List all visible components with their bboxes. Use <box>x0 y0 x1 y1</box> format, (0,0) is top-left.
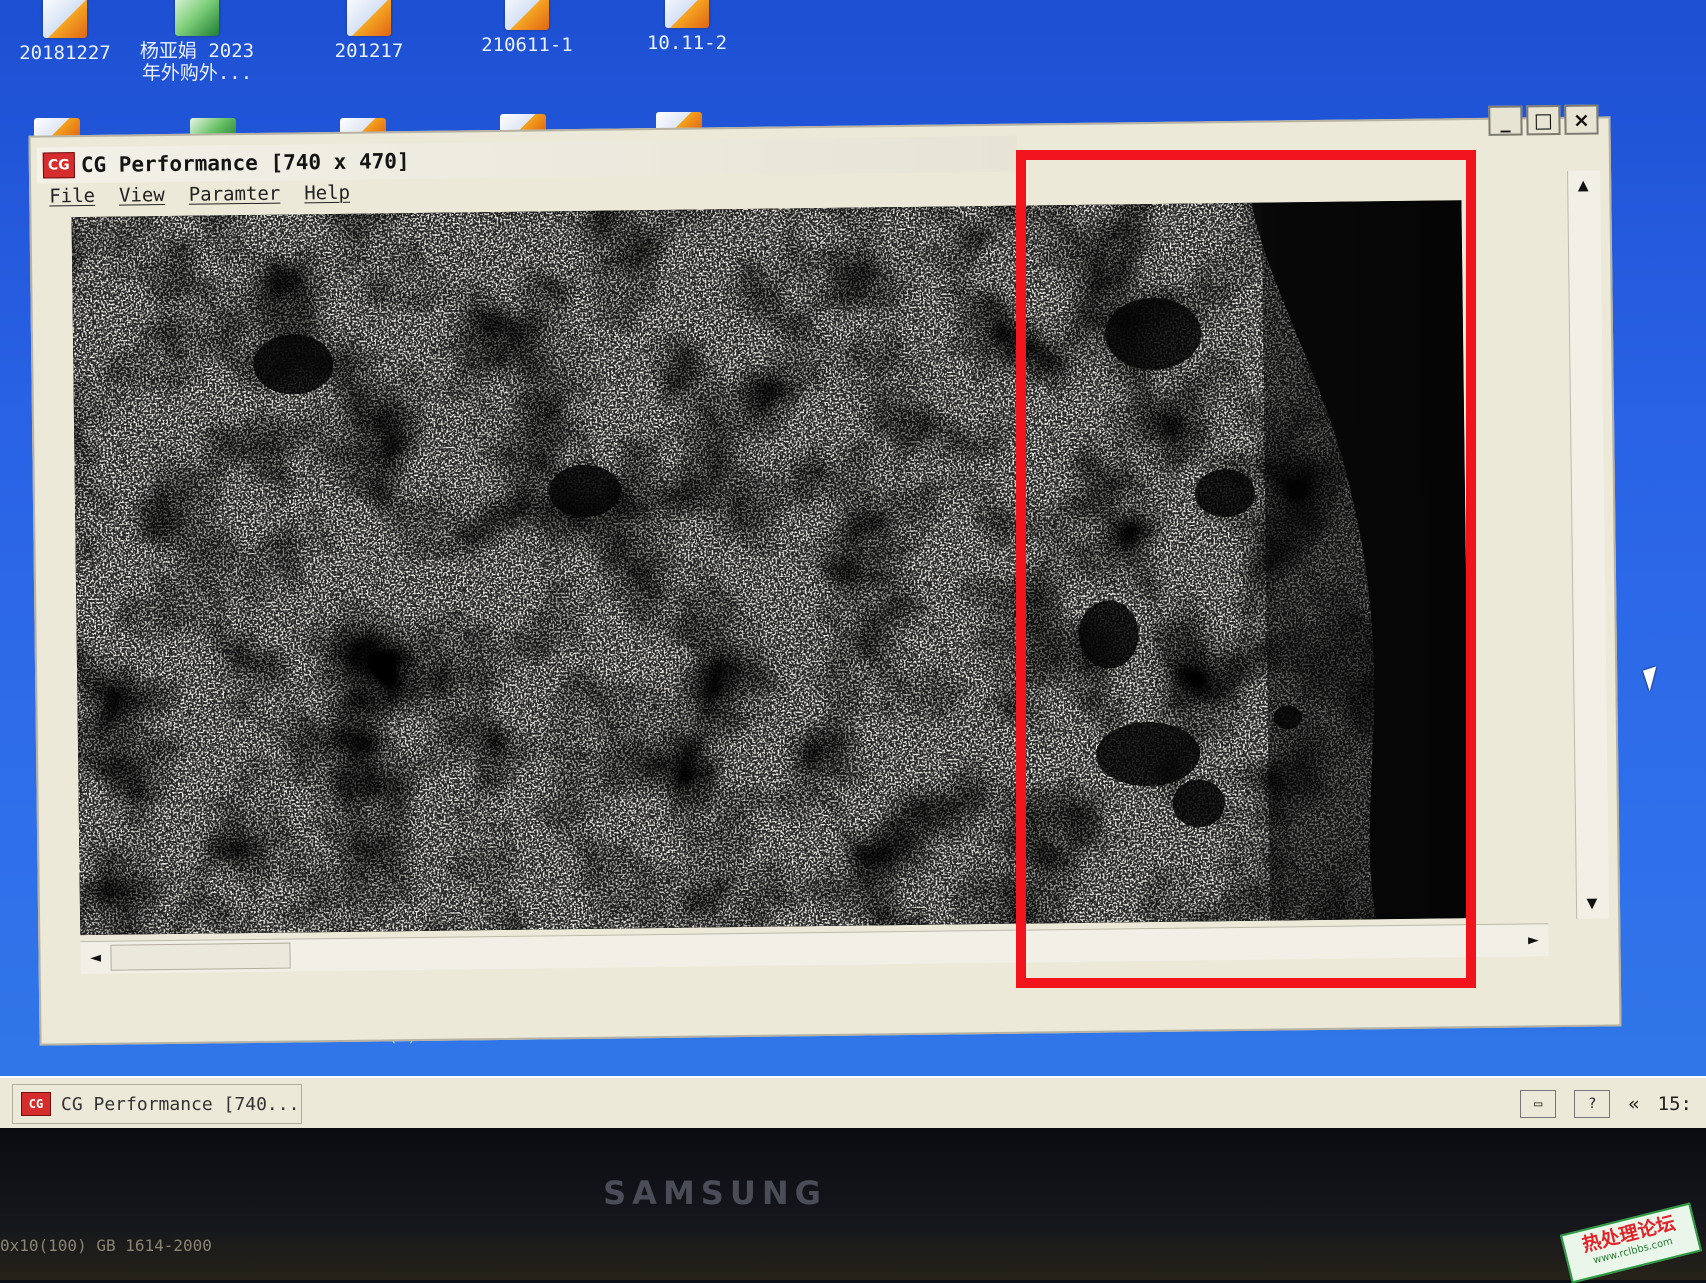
desktop-icon-label: 20181227 <box>19 42 111 64</box>
desktop-icon-label: 10.11-2 <box>646 32 728 54</box>
taskbar: CG CG Performance [740... ▭ ? « 15: <box>0 1076 1706 1130</box>
help-icon[interactable]: ? <box>1574 1090 1611 1118</box>
horizontal-scroll-thumb[interactable] <box>110 942 291 971</box>
scroll-down-icon[interactable]: ▼ <box>1577 888 1607 918</box>
maximize-button[interactable]: □ <box>1526 104 1561 136</box>
taskbar-button-cg-performance[interactable]: CG CG Performance [740... <box>12 1084 302 1124</box>
desktop-icon-label: 201217 <box>334 40 404 62</box>
desktop-icon-210611-1[interactable]: 210611-1 <box>462 0 592 56</box>
tray-expand-chevron-icon[interactable]: « <box>1628 1093 1639 1115</box>
desktop-icon-201217[interactable]: 201217 <box>304 0 434 62</box>
red-highlight-box <box>1016 150 1476 988</box>
system-tray: ▭ ? « 15: <box>1520 1090 1706 1118</box>
excel-shortcut-icon <box>175 0 219 36</box>
desktop-icon-label: 210611-1 <box>481 34 573 56</box>
window-title: CG Performance [740 x 470] <box>80 149 410 178</box>
clock: 15: <box>1657 1093 1692 1115</box>
menu-paramter[interactable]: Paramter <box>189 183 281 214</box>
document-icon <box>347 0 391 36</box>
close-button[interactable]: × <box>1564 104 1599 135</box>
menu-file[interactable]: File <box>49 185 95 216</box>
taskbar-button-label: CG Performance [740... <box>61 1093 300 1115</box>
document-icon <box>43 0 87 38</box>
desktop-icon-excel-2023[interactable]: 杨亚娟 2023 年外购外... <box>132 0 262 84</box>
document-icon <box>665 0 709 28</box>
window-controls: _ □ × <box>1488 104 1599 136</box>
menu-view[interactable]: View <box>119 184 165 215</box>
document-icon <box>505 0 549 30</box>
minimize-button[interactable]: _ <box>1488 105 1523 136</box>
scroll-left-icon[interactable]: ◄ <box>80 943 110 973</box>
title-bar[interactable]: CG CG Performance [740 x 470] <box>36 135 1018 184</box>
scroll-right-icon[interactable]: ► <box>1518 925 1548 955</box>
desktop-icon-10-11-2[interactable]: 10.11-2 <box>622 0 752 54</box>
desktop-icon-label: 杨亚娟 2023 年外购外... <box>139 40 255 84</box>
desktop-icon-20181227[interactable]: 20181227 <box>0 0 130 64</box>
cg-app-icon: CG <box>42 152 76 179</box>
cg-app-icon: CG <box>21 1092 51 1116</box>
menu-bar: File View Paramter Help <box>39 182 350 216</box>
menu-help[interactable]: Help <box>304 182 350 213</box>
desk-document-strip: 0x10(100) GB 1614-2000 <box>0 1236 212 1255</box>
vertical-scrollbar[interactable]: ▲ ▼ <box>1567 170 1610 919</box>
keyboard-icon[interactable]: ▭ <box>1520 1090 1557 1118</box>
monitor-brand-logo: SAMSUNG <box>603 1174 827 1212</box>
scroll-up-icon[interactable]: ▲ <box>1568 171 1598 201</box>
